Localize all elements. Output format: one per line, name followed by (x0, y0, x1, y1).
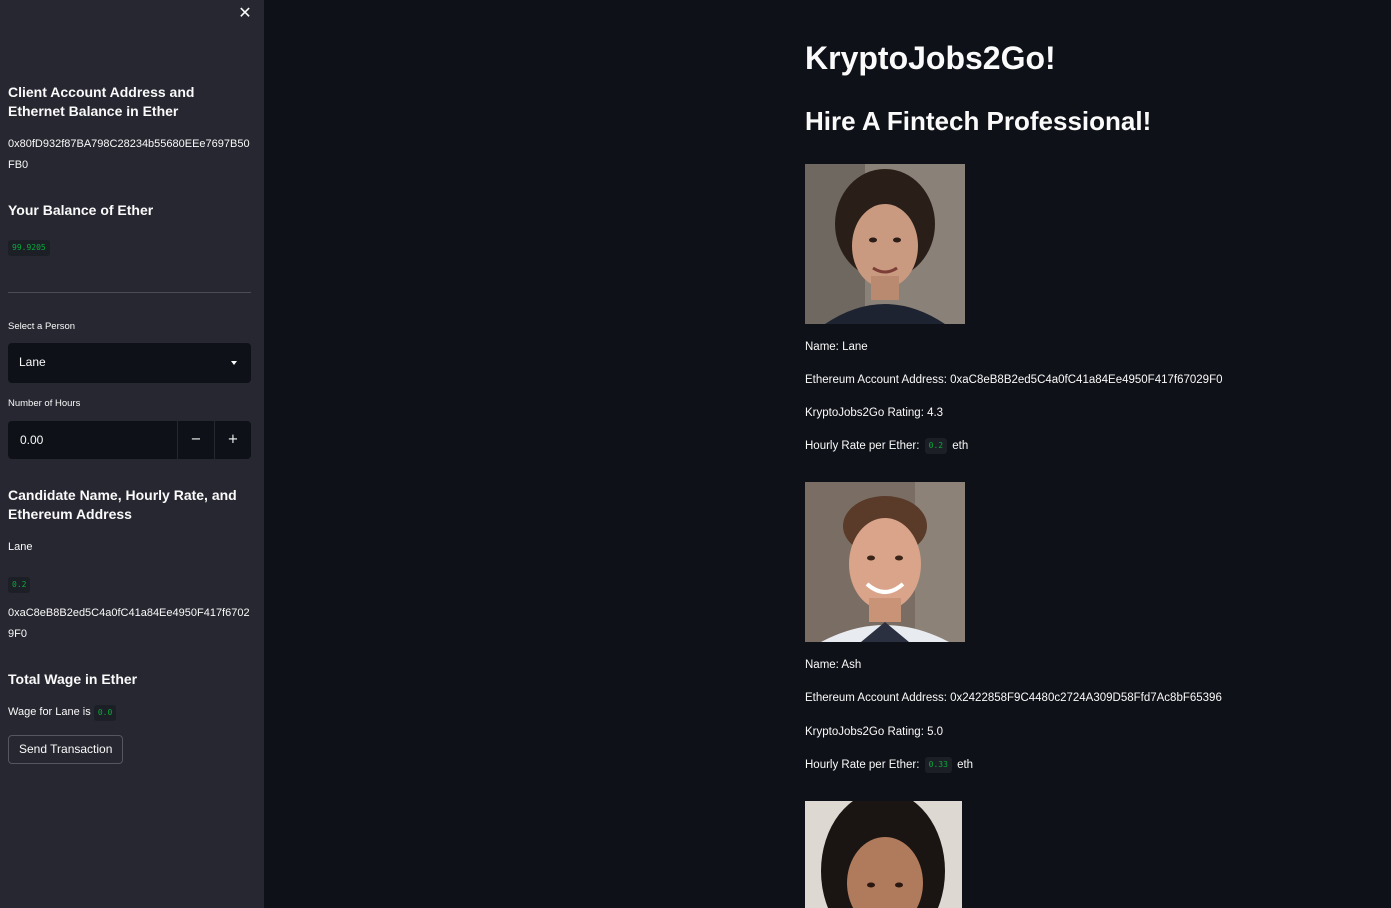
chevron-down-icon (231, 361, 237, 365)
sidebar: ✕ Client Account Address and Ethernet Ba… (0, 0, 264, 908)
candidate-address-ash: Ethereum Account Address: 0x2422858F9C44… (805, 692, 1222, 704)
hours-value: 0.00 (20, 433, 44, 447)
close-icon[interactable]: ✕ (236, 4, 254, 22)
increment-button[interactable]: + (215, 421, 251, 459)
client-address: 0x80fD932f87BA798C28234b55680EEe7697B50F… (8, 138, 250, 171)
rate-unit: eth (952, 440, 969, 453)
rate-value: 0.33 (924, 757, 952, 773)
select-person-label: Select a Person (8, 321, 76, 332)
candidate-rating-lane: KryptoJobs2Go Rating: 4.3 (805, 407, 944, 419)
rate-label: Hourly Rate per Ether: (805, 440, 920, 453)
page-title: KryptoJobs2Go! (805, 40, 1056, 76)
candidate-heading: Candidate Name, Hourly Rate, and Ethereu… (8, 487, 237, 522)
decrement-button[interactable]: − (178, 421, 214, 459)
candidate-photo-3 (805, 801, 962, 908)
main-content: KryptoJobs2Go! Hire A Fintech Profession… (264, 0, 1391, 908)
divider (8, 292, 251, 293)
hours-input[interactable]: 0.00 (8, 421, 177, 459)
candidate-name-ash: Name: Ash (805, 659, 862, 671)
candidate-address: 0xaC8eB8B2ed5C4a0fC41a84Ee4950F417f67029… (8, 607, 250, 640)
selected-person: Lane (19, 355, 46, 369)
send-transaction-button[interactable]: Send Transaction (8, 735, 124, 764)
rate-label: Hourly Rate per Ether: (805, 759, 920, 772)
wage-heading: Total Wage in Ether (8, 671, 138, 687)
candidate-address-lane: Ethereum Account Address: 0xaC8eB8B2ed5C… (805, 374, 1223, 386)
candidate-rate: 0.2 (8, 577, 31, 593)
candidate-photo-lane (805, 164, 965, 324)
wage-line: Wage for Lane is 0.0 (8, 702, 251, 723)
client-heading: Client Account Address and Ethernet Bala… (8, 84, 195, 119)
wage-value: 0.0 (93, 705, 117, 721)
rate-unit: eth (957, 759, 974, 772)
candidate-name: Lane (8, 541, 33, 553)
candidate-photo-ash (805, 482, 965, 642)
wage-text: Wage for Lane is (8, 706, 91, 718)
balance-heading: Your Balance of Ether (8, 202, 154, 218)
balance-value: 99.9205 (8, 240, 50, 256)
candidate-rating-ash: KryptoJobs2Go Rating: 5.0 (805, 726, 944, 738)
hours-label: Number of Hours (8, 398, 81, 409)
select-person-dropdown[interactable]: Lane (8, 343, 251, 383)
candidate-rate-ash: Hourly Rate per Ether: 0.33 eth (805, 757, 973, 773)
page-subtitle: Hire A Fintech Professional! (805, 106, 1152, 136)
rate-value: 0.2 (924, 438, 948, 454)
candidate-name-lane: Name: Lane (805, 341, 868, 353)
candidate-rate-lane: Hourly Rate per Ether: 0.2 eth (805, 438, 968, 454)
